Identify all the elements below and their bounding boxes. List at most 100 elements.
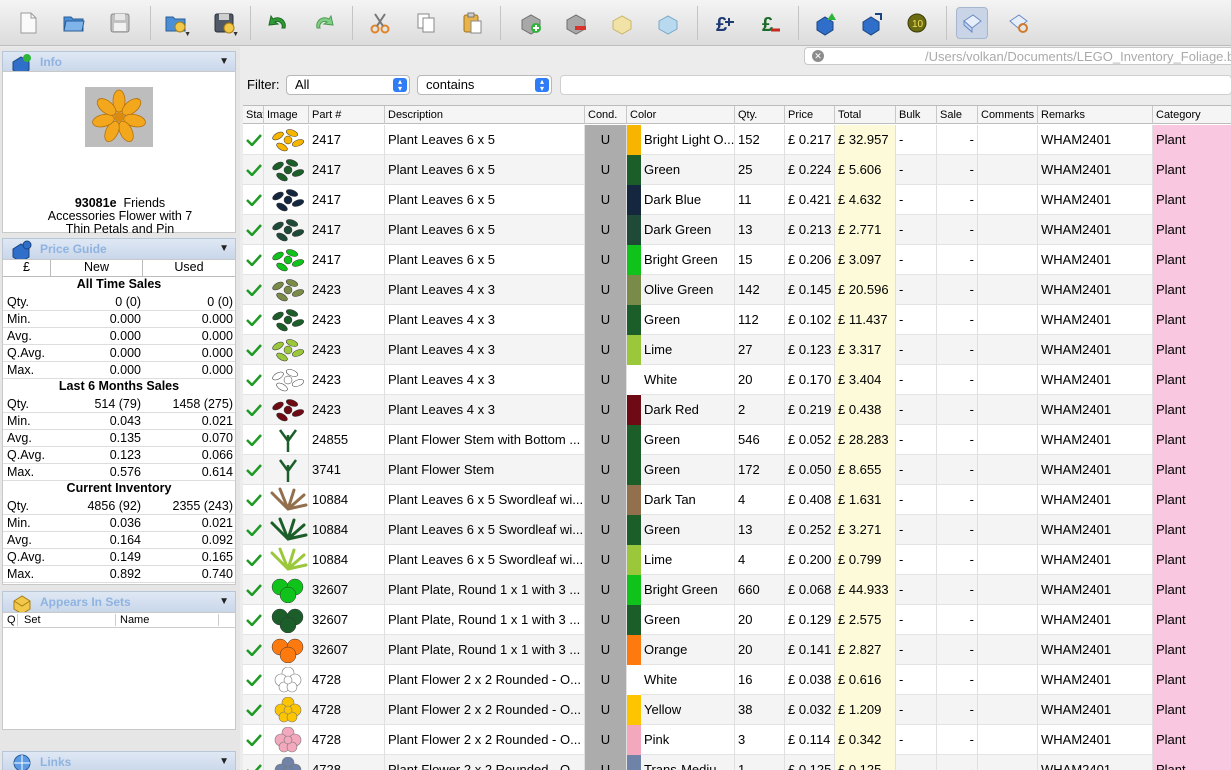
- cell-cond[interactable]: U: [585, 425, 627, 455]
- cell-total[interactable]: £ 2.771: [835, 215, 896, 245]
- cell-category[interactable]: Plant: [1153, 425, 1231, 455]
- price-adjust-icon[interactable]: £: [708, 7, 740, 39]
- cell-qty[interactable]: 3: [735, 725, 785, 755]
- cell-color[interactable]: Green: [627, 305, 735, 335]
- cell-category[interactable]: Plant: [1153, 275, 1231, 305]
- cell-part[interactable]: 32607: [309, 635, 385, 665]
- cell-status[interactable]: [243, 725, 264, 755]
- cell-price[interactable]: £ 0.102: [785, 305, 835, 335]
- cell-total[interactable]: £ 44.933: [835, 575, 896, 605]
- cell-qty[interactable]: 15: [735, 245, 785, 275]
- cell-status[interactable]: [243, 155, 264, 185]
- column-header-status[interactable]: Status: [243, 106, 264, 124]
- table-row[interactable]: 2423 Plant Leaves 4 x 3 U Green 112 £ 0.102 £ …: [243, 305, 1231, 335]
- cell-sale[interactable]: -: [937, 365, 978, 395]
- collapse-icon[interactable]: ▼: [219, 596, 229, 607]
- cell-price[interactable]: £ 0.032: [785, 695, 835, 725]
- cell-remarks[interactable]: WHAM2401: [1038, 215, 1153, 245]
- cell-desc[interactable]: Plant Leaves 4 x 3: [385, 395, 585, 425]
- cell-bulk[interactable]: -: [896, 185, 937, 215]
- cell-color[interactable]: Yellow: [627, 695, 735, 725]
- cell-bulk[interactable]: -: [896, 305, 937, 335]
- cell-total[interactable]: £ 11.437: [835, 305, 896, 335]
- sets-col-q[interactable]: Q: [3, 614, 17, 626]
- cell-color[interactable]: Olive Green: [627, 275, 735, 305]
- cell-sale[interactable]: -: [937, 215, 978, 245]
- table-row[interactable]: 24855 Plant Flower Stem with Bottom ... U G…: [243, 425, 1231, 455]
- close-document-icon[interactable]: ✕: [812, 50, 824, 62]
- column-header-color[interactable]: Color: [627, 106, 735, 124]
- cell-part[interactable]: 4728: [309, 665, 385, 695]
- cell-cond[interactable]: U: [585, 275, 627, 305]
- table-row[interactable]: 32607 Plant Plate, Round 1 x 1 with 3 ...…: [243, 605, 1231, 635]
- cell-bulk[interactable]: -: [896, 635, 937, 665]
- cell-bulk[interactable]: -: [896, 395, 937, 425]
- cell-cond[interactable]: U: [585, 365, 627, 395]
- cell-total[interactable]: £ 1.631: [835, 485, 896, 515]
- cell-status[interactable]: [243, 515, 264, 545]
- cell-price[interactable]: £ 0.421: [785, 185, 835, 215]
- column-header-sale[interactable]: Sale: [937, 106, 978, 124]
- cell-bulk[interactable]: -: [896, 455, 937, 485]
- cell-comments[interactable]: [978, 305, 1038, 335]
- cell-remarks[interactable]: WHAM2401: [1038, 665, 1153, 695]
- cell-image[interactable]: [264, 695, 309, 725]
- open-folder-icon[interactable]: [58, 7, 90, 39]
- cell-qty[interactable]: 152: [735, 125, 785, 155]
- cell-desc[interactable]: Plant Leaves 4 x 3: [385, 305, 585, 335]
- cell-price[interactable]: £ 0.038: [785, 665, 835, 695]
- collapse-icon[interactable]: ▼: [219, 56, 229, 67]
- cell-image[interactable]: [264, 455, 309, 485]
- cell-comments[interactable]: [978, 515, 1038, 545]
- cell-qty[interactable]: 142: [735, 275, 785, 305]
- cell-bulk[interactable]: -: [896, 155, 937, 185]
- cell-status[interactable]: [243, 485, 264, 515]
- table-row[interactable]: 2423 Plant Leaves 4 x 3 U White 20 £ 0.170 £ 3…: [243, 365, 1231, 395]
- mass-update-icon[interactable]: 10: [901, 7, 933, 39]
- table-row[interactable]: 2423 Plant Leaves 4 x 3 U Dark Red 2 £ 0.219 £…: [243, 395, 1231, 425]
- cell-qty[interactable]: 2: [735, 395, 785, 425]
- cell-status[interactable]: [243, 185, 264, 215]
- table-row[interactable]: 2423 Plant Leaves 4 x 3 U Lime 27 £ 0.123 £ 3.…: [243, 335, 1231, 365]
- cell-sale[interactable]: -: [937, 695, 978, 725]
- cell-status[interactable]: [243, 665, 264, 695]
- cell-cond[interactable]: U: [585, 575, 627, 605]
- cell-image[interactable]: [264, 215, 309, 245]
- cell-image[interactable]: [264, 425, 309, 455]
- cell-cond[interactable]: U: [585, 755, 627, 770]
- cell-desc[interactable]: Plant Plate, Round 1 x 1 with 3 ...: [385, 575, 585, 605]
- cell-total[interactable]: £ 0.342: [835, 725, 896, 755]
- cell-cond[interactable]: U: [585, 335, 627, 365]
- cell-part[interactable]: 2417: [309, 185, 385, 215]
- filter-field-select[interactable]: All ▴ ▾: [286, 75, 410, 95]
- cell-cond[interactable]: U: [585, 245, 627, 275]
- cell-sale[interactable]: -: [937, 755, 978, 770]
- cell-comments[interactable]: [978, 635, 1038, 665]
- cell-sale[interactable]: -: [937, 245, 978, 275]
- table-row[interactable]: 2417 Plant Leaves 6 x 5 U Dark Green 13 £ 0.2…: [243, 215, 1231, 245]
- cell-remarks[interactable]: WHAM2401: [1038, 515, 1153, 545]
- cell-price[interactable]: £ 0.123: [785, 335, 835, 365]
- column-header-total[interactable]: Total: [835, 106, 896, 124]
- cell-color[interactable]: Green: [627, 515, 735, 545]
- cell-cond[interactable]: U: [585, 215, 627, 245]
- cell-desc[interactable]: Plant Flower 2 x 2 Rounded - O...: [385, 665, 585, 695]
- cell-bulk[interactable]: -: [896, 365, 937, 395]
- cell-status[interactable]: [243, 305, 264, 335]
- cell-price[interactable]: £ 0.219: [785, 395, 835, 425]
- cell-sale[interactable]: -: [937, 305, 978, 335]
- cell-cond[interactable]: U: [585, 485, 627, 515]
- cell-part[interactable]: 2417: [309, 155, 385, 185]
- table-row[interactable]: 2417 Plant Leaves 6 x 5 U Dark Blue 11 £ 0.42…: [243, 185, 1231, 215]
- cell-remarks[interactable]: WHAM2401: [1038, 395, 1153, 425]
- cell-remarks[interactable]: WHAM2401: [1038, 455, 1153, 485]
- cell-bulk[interactable]: -: [896, 275, 937, 305]
- cell-color[interactable]: White: [627, 665, 735, 695]
- cell-desc[interactable]: Plant Leaves 6 x 5: [385, 185, 585, 215]
- cell-part[interactable]: 24855: [309, 425, 385, 455]
- collapse-icon[interactable]: ▼: [219, 243, 229, 254]
- cell-color[interactable]: Bright Light O...: [627, 125, 735, 155]
- cell-part[interactable]: 32607: [309, 575, 385, 605]
- cell-qty[interactable]: 4: [735, 545, 785, 575]
- redo-icon[interactable]: [308, 7, 340, 39]
